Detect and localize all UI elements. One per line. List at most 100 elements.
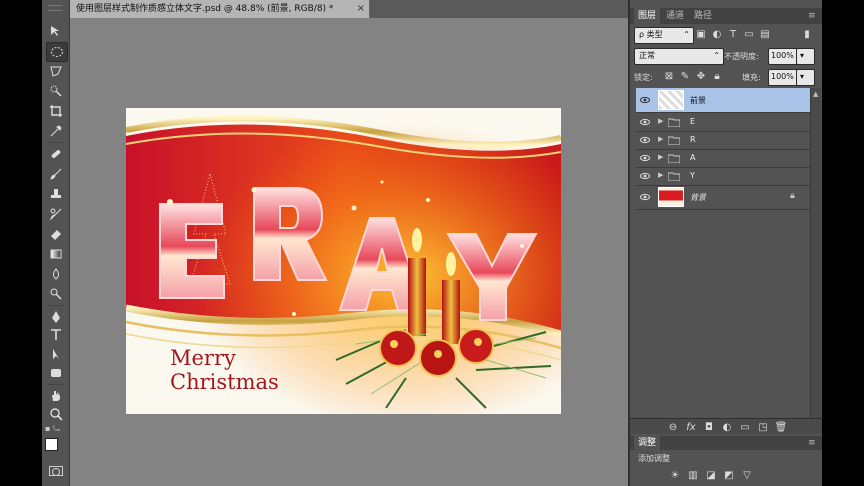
layer-row-group-a[interactable]: ▶ A xyxy=(636,149,810,168)
fill-input[interactable]: 100% xyxy=(768,69,798,86)
expand-arrow-icon[interactable]: ▶ xyxy=(658,153,663,161)
tab-layers[interactable]: 图层 xyxy=(634,8,661,24)
layer-row-group-e[interactable]: ▶ E xyxy=(636,113,810,132)
lock-transparent-icon[interactable]: ⊠ xyxy=(662,69,676,83)
type-filter-icon[interactable]: T xyxy=(726,27,740,41)
type-tool-icon[interactable] xyxy=(46,326,66,344)
expand-arrow-icon[interactable]: ▶ xyxy=(658,135,663,143)
layer-name[interactable]: 前景 xyxy=(690,95,706,106)
curves-icon[interactable]: ◪ xyxy=(704,468,718,482)
expand-arrow-icon[interactable]: ▶ xyxy=(658,117,663,125)
opacity-dropdown-icon[interactable]: ▾ xyxy=(796,48,815,65)
layer-name[interactable]: 背景 xyxy=(690,192,706,203)
new-adjustment-icon[interactable]: ◐ xyxy=(720,420,734,434)
new-group-icon[interactable]: ▭ xyxy=(738,420,752,434)
blend-mode-select[interactable]: 正常 ⌃ xyxy=(634,48,724,65)
merry-christmas-text: Merry Christmas xyxy=(170,346,279,394)
visibility-eye-icon[interactable] xyxy=(640,192,650,202)
folder-icon xyxy=(668,172,680,181)
layer-style-fx-icon[interactable]: fx xyxy=(684,420,698,434)
document-canvas[interactable]: Merry Christmas xyxy=(126,108,561,414)
lasso-tool-icon[interactable] xyxy=(46,62,66,80)
visibility-eye-icon[interactable] xyxy=(640,153,650,163)
stamp-tool-icon[interactable] xyxy=(46,185,66,203)
layer-row-group-y[interactable]: ▶ Y xyxy=(636,167,810,186)
layer-row-background[interactable]: 背景 🔒︎ xyxy=(636,185,810,210)
scroll-up-icon[interactable]: ▲ xyxy=(813,90,818,98)
hand-tool-icon[interactable] xyxy=(46,387,66,405)
eraser-tool-icon[interactable] xyxy=(46,225,66,243)
crop-tool-icon[interactable] xyxy=(46,102,66,120)
tab-channels[interactable]: 通道 xyxy=(662,8,688,24)
healing-brush-tool-icon[interactable] xyxy=(46,145,66,163)
layer-name[interactable]: Y xyxy=(690,171,695,180)
adjustment-filter-icon[interactable]: ◐ xyxy=(710,27,724,41)
adjust-title: 添加调整 xyxy=(638,454,670,463)
layer-row-foreground[interactable]: 前景 xyxy=(636,88,810,113)
brush-tool-icon[interactable] xyxy=(46,165,66,183)
tab-adjustments[interactable]: 调整 xyxy=(634,436,661,450)
layer-thumbnail xyxy=(658,90,684,110)
foreground-color-swatch[interactable] xyxy=(45,438,58,451)
visibility-eye-icon[interactable] xyxy=(640,171,650,181)
layer-name[interactable]: E xyxy=(690,117,695,126)
filter-toggle-icon[interactable]: ▮ xyxy=(800,27,814,41)
link-layers-icon[interactable]: ⊖ xyxy=(666,420,680,434)
document-tab-title: 使用图层样式制作质感立体文字.psd @ 48.8% (前景, RGB/8) * xyxy=(76,4,334,14)
close-tab-icon[interactable]: × xyxy=(357,0,365,18)
shape-filter-icon[interactable]: ▭ xyxy=(742,27,756,41)
layer-filter-kind-select[interactable]: ρ 类型 ⌃ xyxy=(634,27,694,44)
lock-all-icon[interactable]: 🔒︎ xyxy=(710,69,724,83)
layers-list: 前景 ▶ E ▶ R ▶ A ▶ Y 背景 🔒︎ xyxy=(630,88,810,210)
add-mask-icon[interactable]: ◘ xyxy=(702,420,716,434)
layers-scrollbar[interactable]: ▲ xyxy=(810,88,821,418)
levels-icon[interactable]: ▥ xyxy=(686,468,700,482)
marquee-tool-icon[interactable] xyxy=(46,42,68,62)
tab-paths[interactable]: 路径 xyxy=(690,8,716,24)
toolbar-grip[interactable] xyxy=(48,5,62,11)
quick-mask-icon[interactable] xyxy=(49,466,63,476)
panel-menu-icon[interactable]: ≡ xyxy=(804,8,820,24)
layer-name[interactable]: A xyxy=(690,153,695,162)
lock-image-icon[interactable]: ✎ xyxy=(678,69,692,83)
adjust-menu-icon[interactable]: ≡ xyxy=(804,436,820,450)
blur-tool-icon[interactable] xyxy=(46,265,66,283)
exposure-icon[interactable]: ◩ xyxy=(722,468,736,482)
pen-tool-icon[interactable] xyxy=(46,308,66,326)
visibility-eye-icon[interactable] xyxy=(640,117,650,127)
shape-tool-icon[interactable] xyxy=(46,364,66,382)
delete-layer-icon[interactable]: 🗑︎ xyxy=(774,420,788,434)
folder-icon xyxy=(668,118,680,127)
opacity-input[interactable]: 100% xyxy=(768,48,798,65)
move-tool-icon[interactable] xyxy=(46,22,66,40)
new-layer-icon[interactable]: ◳ xyxy=(756,420,770,434)
layers-footer: ⊖ fx ◘ ◐ ▭ ◳ 🗑︎ xyxy=(630,418,824,434)
quick-select-tool-icon[interactable] xyxy=(46,82,66,100)
path-selection-tool-icon[interactable] xyxy=(46,345,66,363)
layer-thumbnail xyxy=(658,187,684,207)
smart-object-filter-icon[interactable]: ▤ xyxy=(758,27,772,41)
document-tab[interactable]: 使用图层样式制作质感立体文字.psd @ 48.8% (前景, RGB/8) *… xyxy=(70,0,370,18)
layers-panel: 图层 通道 路径 ≡ ρ 类型 ⌃ ▣ ◐ T ▭ ▤ ▮ 正常 ⌃ 不透明度: 1… xyxy=(628,0,824,486)
letter-e xyxy=(159,203,225,299)
vibrance-icon[interactable]: ▽ xyxy=(740,468,754,482)
opacity-label: 不透明度: xyxy=(724,52,759,61)
layer-name[interactable]: R xyxy=(690,135,696,144)
expand-arrow-icon[interactable]: ▶ xyxy=(658,171,663,179)
gradient-tool-icon[interactable] xyxy=(46,245,66,263)
filter-kind-value: ρ 类型 xyxy=(639,30,663,39)
brightness-contrast-icon[interactable]: ☀ xyxy=(668,468,682,482)
lock-position-icon[interactable]: ✥ xyxy=(694,69,708,83)
fill-dropdown-icon[interactable]: ▾ xyxy=(796,69,815,86)
dodge-tool-icon[interactable] xyxy=(46,285,66,303)
eyedropper-tool-icon[interactable] xyxy=(46,122,66,140)
history-brush-tool-icon[interactable] xyxy=(46,205,66,223)
lock-label: 锁定: xyxy=(634,73,653,82)
visibility-eye-icon[interactable] xyxy=(640,95,650,105)
pixel-filter-icon[interactable]: ▣ xyxy=(694,27,708,41)
blend-mode-value: 正常 xyxy=(639,51,655,60)
layer-row-group-r[interactable]: ▶ R xyxy=(636,131,810,150)
swap-colors-icon[interactable]: ▪ ⤿ xyxy=(45,424,67,436)
visibility-eye-icon[interactable] xyxy=(640,135,650,145)
zoom-tool-icon[interactable] xyxy=(46,405,66,423)
